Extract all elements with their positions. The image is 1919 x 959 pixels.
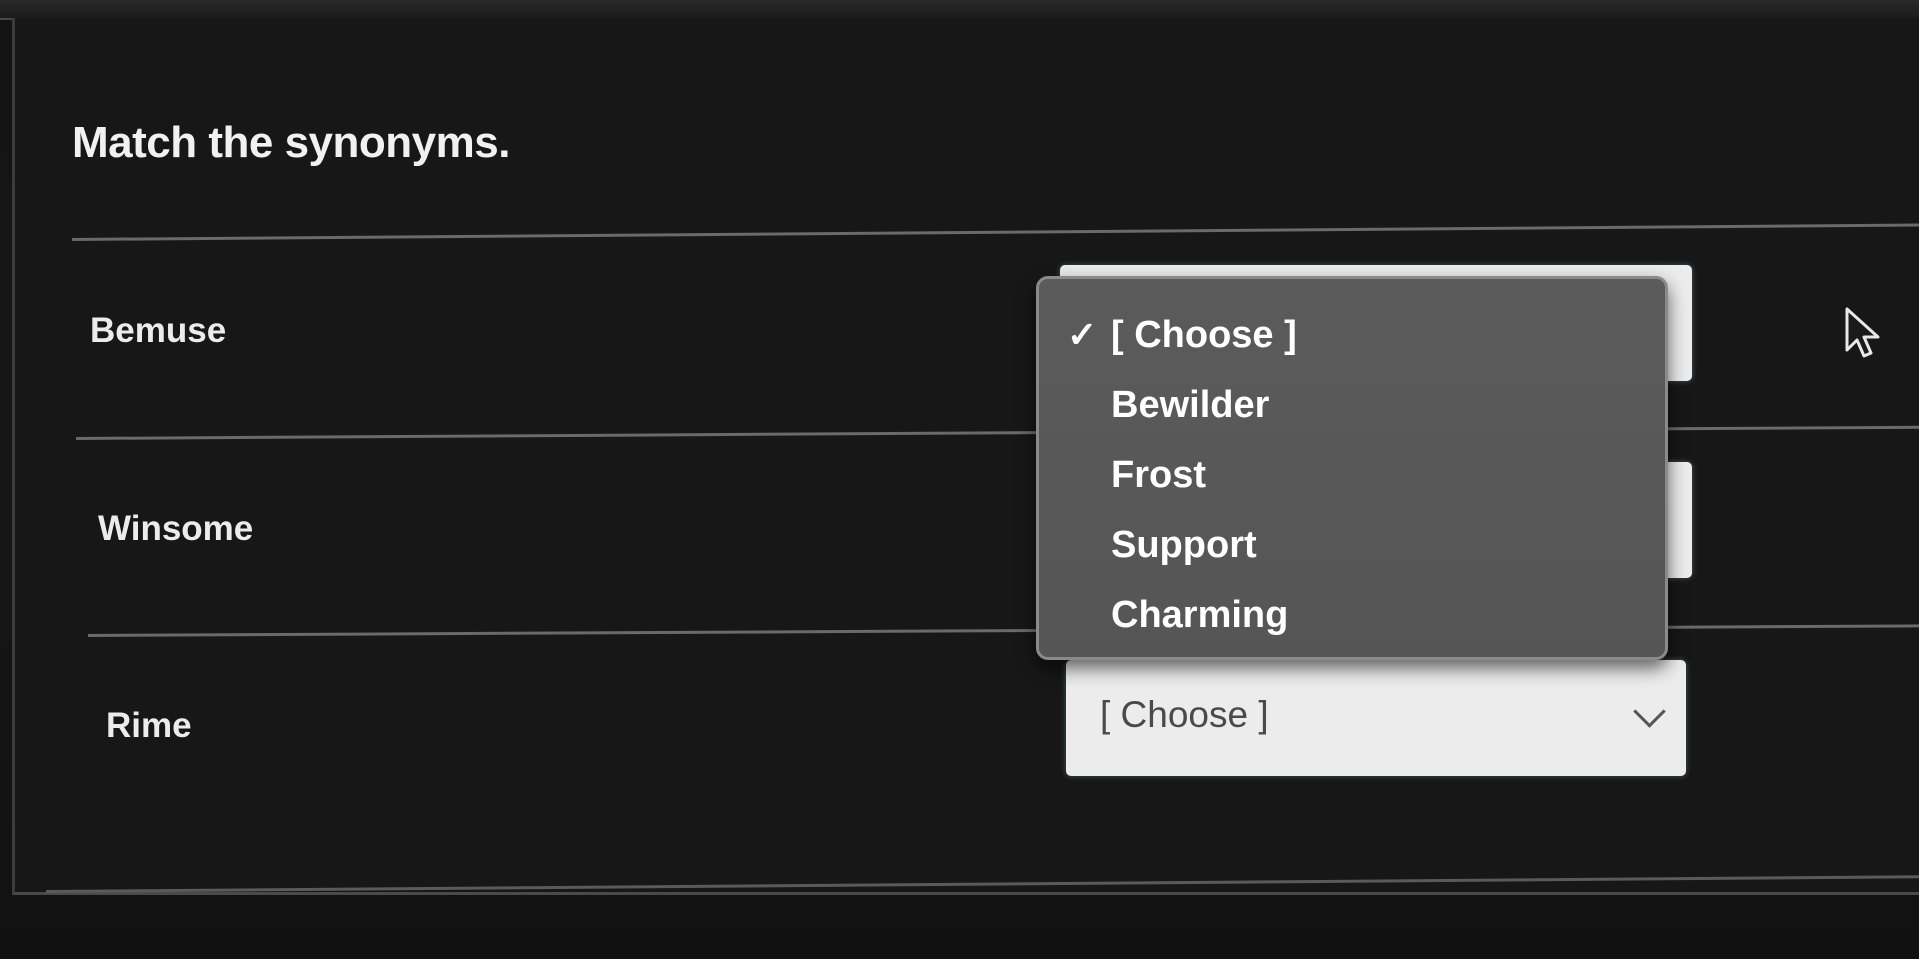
dropdown-option[interactable]: Frost — [1111, 449, 1206, 501]
dropdown-option[interactable]: Bewilder — [1111, 379, 1269, 431]
checkmark-icon: ✓ — [1067, 314, 1098, 355]
option-label: Bewilder — [1111, 384, 1270, 426]
dropdown-menu: ✓ [ Choose ] Bewilder Frost Support Char… — [1036, 276, 1668, 660]
chevron-down-icon — [1633, 695, 1666, 728]
option-label: Support — [1111, 524, 1257, 566]
mouse-pointer-icon — [1845, 307, 1880, 358]
select-value-rime: [ Choose ] — [1100, 694, 1269, 735]
prompt-label-bemuse: Bemuse — [90, 311, 227, 350]
option-label: Frost — [1111, 454, 1206, 496]
screen: Match the synonyms. Bemuse Winsome Rime … — [0, 0, 1919, 959]
dropdown-option[interactable]: Charming — [1111, 589, 1288, 641]
dropdown-option[interactable]: Support — [1111, 519, 1257, 571]
option-label: [ Choose ] — [1111, 314, 1297, 356]
select-rime[interactable]: [ Choose ] — [1066, 660, 1686, 776]
prompt-label-winsome: Winsome — [98, 509, 254, 548]
dropdown-option[interactable]: ✓ [ Choose ] — [1067, 309, 1297, 361]
prompt-label-rime: Rime — [106, 706, 192, 745]
question-text: Match the synonyms. — [72, 118, 510, 167]
option-label: Charming — [1111, 594, 1289, 636]
window-top-edge — [0, 0, 1919, 20]
